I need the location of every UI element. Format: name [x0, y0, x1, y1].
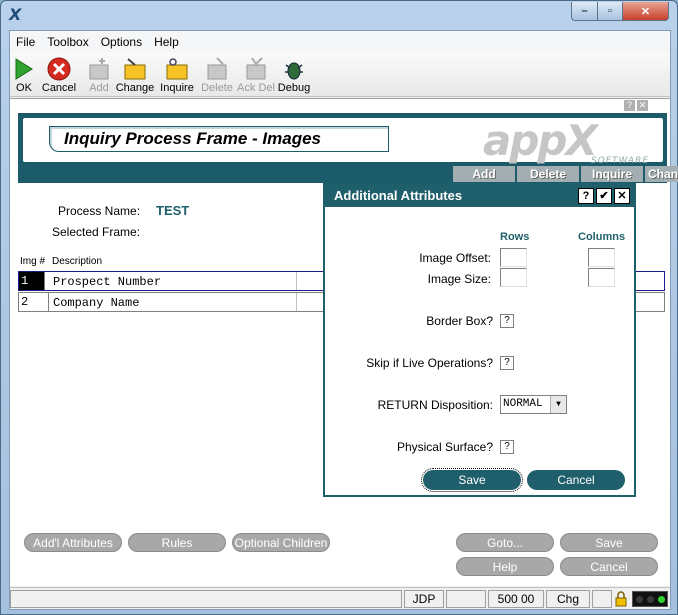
status-value: 500 00	[488, 590, 544, 608]
row-img-number[interactable]: 1	[19, 272, 45, 290]
status-light-icon	[658, 596, 665, 603]
ok-arrow-icon	[15, 58, 33, 80]
dialog-ok-button[interactable]: ✔	[596, 188, 612, 204]
status-light-icon	[647, 596, 654, 603]
image-size-rows-input[interactable]	[500, 268, 527, 287]
menu-file[interactable]: File	[10, 31, 41, 53]
image-size-columns-input[interactable]	[588, 268, 615, 287]
close-window-button[interactable]: ✕	[622, 2, 669, 21]
process-name-value: TEST	[156, 203, 190, 218]
image-size-label: Image Size:	[427, 272, 491, 286]
col-img-header: Img #	[20, 256, 46, 267]
add-icon	[89, 58, 109, 80]
ok-button[interactable]: OK	[12, 55, 36, 95]
status-light-icon	[636, 596, 643, 603]
additional-attributes-dialog: Additional Attributes ? ✔ ✕ Rows Columns…	[323, 183, 636, 497]
chevron-down-icon[interactable]: ▼	[550, 396, 566, 413]
toolbar: OK Cancel Add Change Inquire Delete Ack …	[10, 53, 670, 97]
image-offset-label: Image Offset:	[419, 251, 491, 265]
appx-logo-subtitle: SOFTWARE	[591, 156, 650, 166]
page-title: Inquiry Process Frame - Images	[49, 126, 389, 152]
row-description[interactable]: Company Name	[53, 293, 297, 311]
title-bar[interactable]: X – ▫ ✕	[1, 1, 677, 29]
border-box-label: Border Box?	[426, 314, 493, 328]
menu-help[interactable]: Help	[148, 31, 185, 53]
row-img-number[interactable]: 2	[19, 293, 49, 311]
dialog-cancel-button[interactable]: Cancel	[527, 470, 625, 490]
status-bar: JDP 500 00 Chg	[10, 587, 670, 609]
save-frame-button[interactable]: Save	[560, 533, 658, 552]
inquire-button[interactable]: Inquire	[159, 55, 195, 95]
ack-delete-icon	[246, 57, 266, 80]
cancel-frame-button[interactable]: Cancel	[560, 557, 658, 576]
minimize-button[interactable]: –	[571, 2, 598, 21]
status-mode: Chg	[546, 590, 590, 608]
optional-children-button[interactable]: Optional Children	[232, 533, 330, 552]
tab-change[interactable]: Change	[645, 166, 678, 182]
frame-help-icon[interactable]: ?	[624, 100, 635, 111]
ack-delete-button[interactable]: Ack Del	[237, 55, 275, 95]
physical-surface-checkbox[interactable]: ?	[500, 440, 514, 454]
menu-bar: File Toolbox Options Help	[10, 31, 670, 53]
skip-live-checkbox[interactable]: ?	[500, 356, 514, 370]
help-button[interactable]: Help	[456, 557, 554, 576]
inquire-folder-icon	[166, 58, 188, 80]
border-box-checkbox[interactable]: ?	[500, 314, 514, 328]
selected-frame-label: Selected Frame:	[52, 225, 141, 239]
return-disposition-select[interactable]: NORMAL ▼	[500, 395, 567, 414]
col-desc-header: Description	[52, 256, 103, 267]
status-message	[10, 590, 402, 608]
dialog-save-button[interactable]: Save	[421, 468, 523, 492]
status-lights	[632, 591, 668, 607]
change-folder-icon	[124, 58, 146, 80]
mode-tabs: Add Delete Inquire Change	[453, 166, 678, 182]
goto-button[interactable]: Goto...	[456, 533, 554, 552]
maximize-button[interactable]: ▫	[597, 2, 623, 21]
delete-button[interactable]: Delete	[200, 55, 234, 95]
appx-logo: appX	[483, 116, 598, 165]
delete-icon	[207, 57, 227, 80]
bug-icon	[285, 62, 303, 80]
tab-add[interactable]: Add	[453, 166, 515, 182]
dialog-title: Additional Attributes	[334, 188, 463, 203]
image-offset-columns-input[interactable]	[588, 248, 615, 267]
process-name-label: Process Name:	[58, 204, 141, 218]
physical-surface-label: Physical Surface?	[396, 440, 493, 454]
tab-delete[interactable]: Delete	[517, 166, 579, 182]
rules-button[interactable]: Rules	[128, 533, 226, 552]
image-offset-rows-input[interactable]	[500, 248, 527, 267]
frame-top-strip: ? ✕	[10, 99, 670, 113]
menu-toolbox[interactable]: Toolbox	[41, 31, 94, 53]
cancel-x-icon	[47, 57, 71, 81]
lock-icon	[615, 591, 627, 607]
skip-live-label: Skip if Live Operations?	[366, 356, 493, 370]
dialog-close-button[interactable]: ✕	[614, 188, 630, 204]
menu-options[interactable]: Options	[95, 31, 148, 53]
dialog-title-bar[interactable]: Additional Attributes ? ✔ ✕	[325, 185, 634, 207]
row-description[interactable]: Prospect Number	[53, 272, 297, 290]
addl-attributes-button[interactable]: Add'l Attributes	[24, 533, 122, 552]
debug-button[interactable]: Debug	[277, 55, 311, 95]
columns-header: Columns	[578, 231, 626, 243]
dialog-help-button[interactable]: ?	[578, 188, 594, 204]
tab-inquire[interactable]: Inquire	[581, 166, 643, 182]
add-button[interactable]: Add	[86, 55, 112, 95]
return-disposition-label: RETURN Disposition:	[377, 398, 493, 412]
status-blank-2	[592, 590, 612, 608]
appx-logo-icon: X	[9, 5, 22, 24]
cancel-button[interactable]: Cancel	[40, 55, 78, 95]
rows-header: Rows	[500, 231, 530, 243]
status-user: JDP	[404, 590, 444, 608]
frame-header: Inquiry Process Frame - Images appX SOFT…	[18, 113, 678, 183]
status-blank	[446, 590, 486, 608]
change-button[interactable]: Change	[114, 55, 156, 95]
frame-close-icon[interactable]: ✕	[637, 100, 648, 111]
